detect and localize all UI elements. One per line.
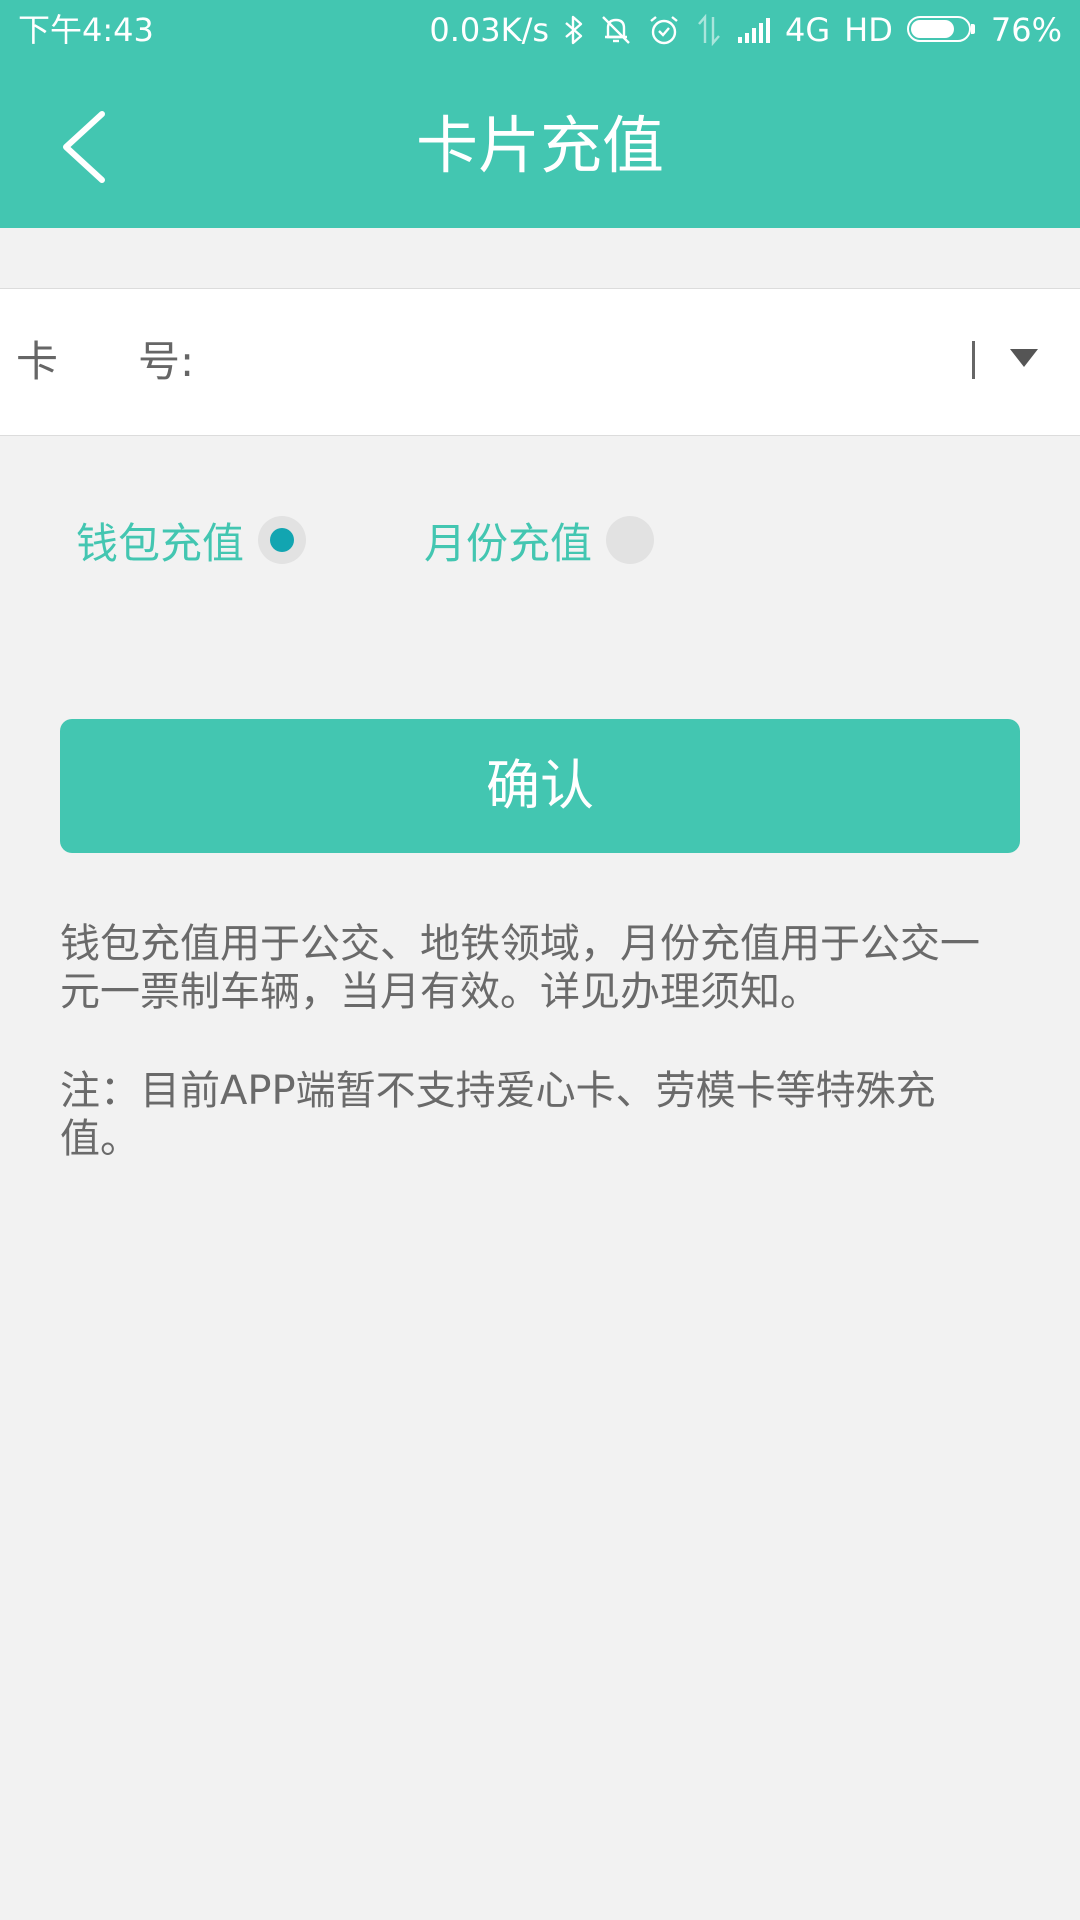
alarm-icon <box>647 13 681 47</box>
recharge-type-options: 钱包充值 月份充值 <box>0 500 1080 580</box>
wallet-recharge-radio[interactable] <box>258 516 307 564</box>
mute-icon <box>599 13 633 47</box>
bluetooth-icon <box>563 14 585 46</box>
text-cursor <box>972 341 975 379</box>
radio-selected-dot <box>270 528 295 552</box>
battery-icon <box>906 16 977 44</box>
battery-percent: 76% <box>990 11 1062 49</box>
status-bar: 下午4:43 0.03K/s 4G HD 76% <box>0 0 1080 64</box>
data-transfer-icon <box>695 14 723 46</box>
card-recharge-screen: 下午4:43 0.03K/s 4G HD 76% 卡片充值 卡 号: 钱包充值 … <box>0 0 1080 1920</box>
network-type: 4G <box>785 11 831 49</box>
status-indicators: 0.03K/s 4G HD 76% <box>429 8 1062 52</box>
wallet-recharge-label: 钱包充值 <box>76 518 245 568</box>
card-number-label-char-1: 卡 <box>16 337 59 386</box>
card-number-row: 卡 号: <box>0 288 1080 436</box>
special-card-notice: 注：目前APP端暂不支持爱心卡、劳模卡等特殊充值。 <box>60 1068 936 1162</box>
status-time: 下午4:43 <box>18 11 154 49</box>
recharge-usage-notice: 钱包充值用于公交、地铁领域，月份充值用于公交一元一票制车辆，当月有效。详见办理须… <box>60 921 980 1015</box>
net-speed: 0.03K/s <box>429 11 550 49</box>
top-bar: 下午4:43 0.03K/s 4G HD 76% 卡片充值 <box>0 0 1080 228</box>
signal-icon <box>737 15 771 45</box>
month-recharge-label: 月份充值 <box>424 518 593 568</box>
card-dropdown-button[interactable] <box>1006 341 1042 377</box>
dropdown-arrow-icon <box>1010 349 1038 367</box>
wallet-recharge-option[interactable]: 钱包充值 <box>76 500 307 580</box>
month-recharge-option[interactable]: 月份充值 <box>424 500 655 580</box>
page-title: 卡片充值 <box>415 109 664 182</box>
nav-bar: 卡片充值 <box>0 80 1080 212</box>
card-number-input[interactable] <box>200 317 964 409</box>
card-number-label-char-2: 号: <box>138 337 195 386</box>
confirm-button[interactable]: 确认 <box>60 719 1020 853</box>
back-button[interactable] <box>50 102 120 192</box>
back-arrow-icon <box>63 111 105 183</box>
month-recharge-radio[interactable] <box>606 516 655 564</box>
hd-indicator: HD <box>844 11 893 49</box>
